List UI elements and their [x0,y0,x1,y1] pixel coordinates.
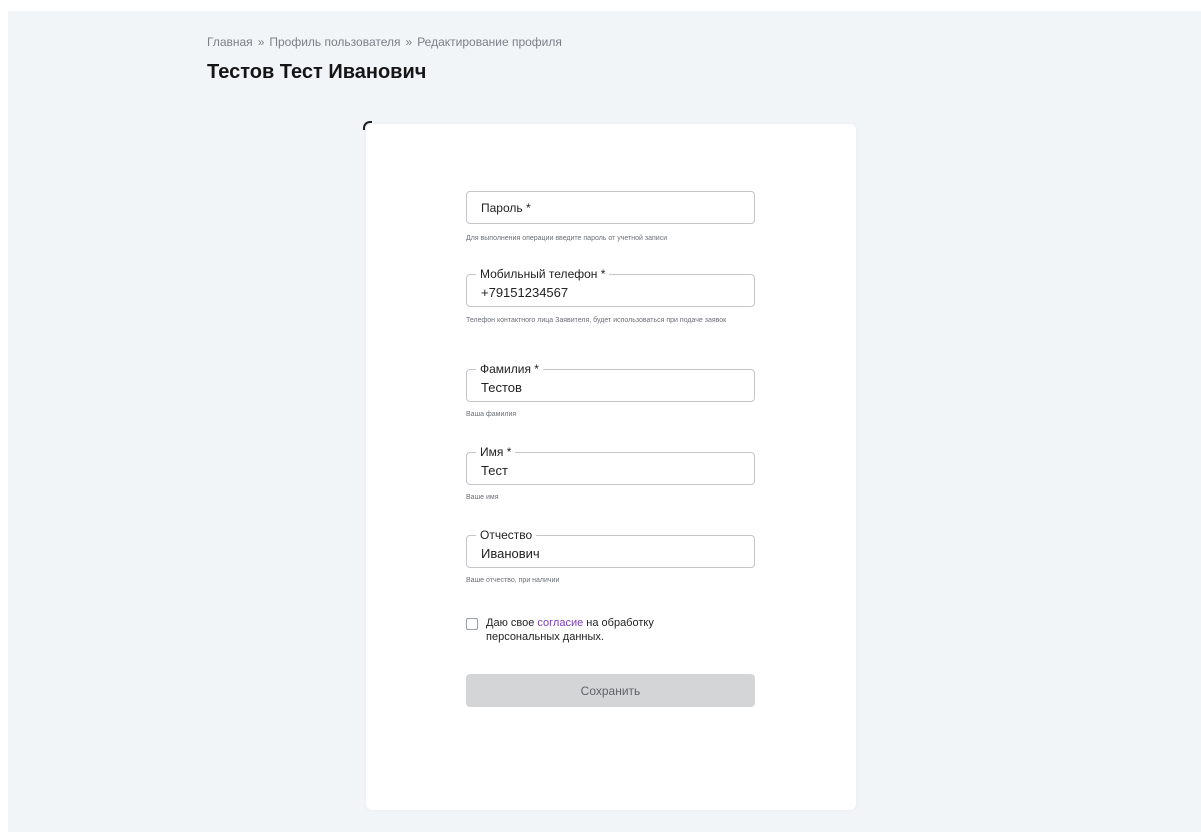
phone-hint: Телефон контактного лица Заявителя, буде… [466,317,727,324]
middle-name-value: Иванович [481,546,540,561]
phone-value: +79151234567 [481,285,569,300]
breadcrumb: Главная » Профиль пользователя » Редактирова… [207,35,562,49]
middle-name-field[interactable]: Отчество Иванович [466,529,755,568]
middle-name-label: Отчество [476,529,537,542]
breadcrumb-home[interactable]: Главная [207,35,253,49]
consent-link[interactable]: согласие [537,617,583,629]
save-button[interactable]: Сохранить [466,674,755,707]
last-name-label: Фамилия * [476,363,543,376]
last-name-value: Тестов [481,380,522,395]
phone-label: Мобильный телефон * [476,268,610,281]
consent-prefix: Даю свое [486,617,535,629]
middle-name-hint: Ваше отчество, при наличии [466,577,560,584]
last-name-field[interactable]: Фамилия * Тестов [466,363,755,402]
page-title: Тестов Тест Иванович [207,61,427,83]
phone-field[interactable]: Мобильный телефон * +79151234567 [466,268,755,307]
first-name-value: Тест [481,463,508,478]
consent-text: Даю свое согласие на обработку персональ… [486,616,686,644]
card-corner-mark [363,121,372,130]
first-name-field[interactable]: Имя * Тест [466,446,755,485]
consent-checkbox[interactable] [466,618,478,630]
breadcrumb-profile[interactable]: Профиль пользователя [269,35,400,49]
first-name-label: Имя * [476,446,516,459]
password-field[interactable]: Пароль * [466,191,755,224]
last-name-hint: Ваша фамилия [466,411,517,418]
breadcrumb-current: Редактирование профиля [417,35,562,49]
first-name-hint: Ваше имя [466,494,499,501]
breadcrumb-separator: » [405,35,413,49]
breadcrumb-separator: » [257,35,265,49]
password-hint: Для выполнения операции введите пароль о… [466,235,668,242]
password-placeholder: Пароль * [481,201,531,215]
profile-form-card: Пароль * Для выполнения операции введите… [363,121,856,810]
